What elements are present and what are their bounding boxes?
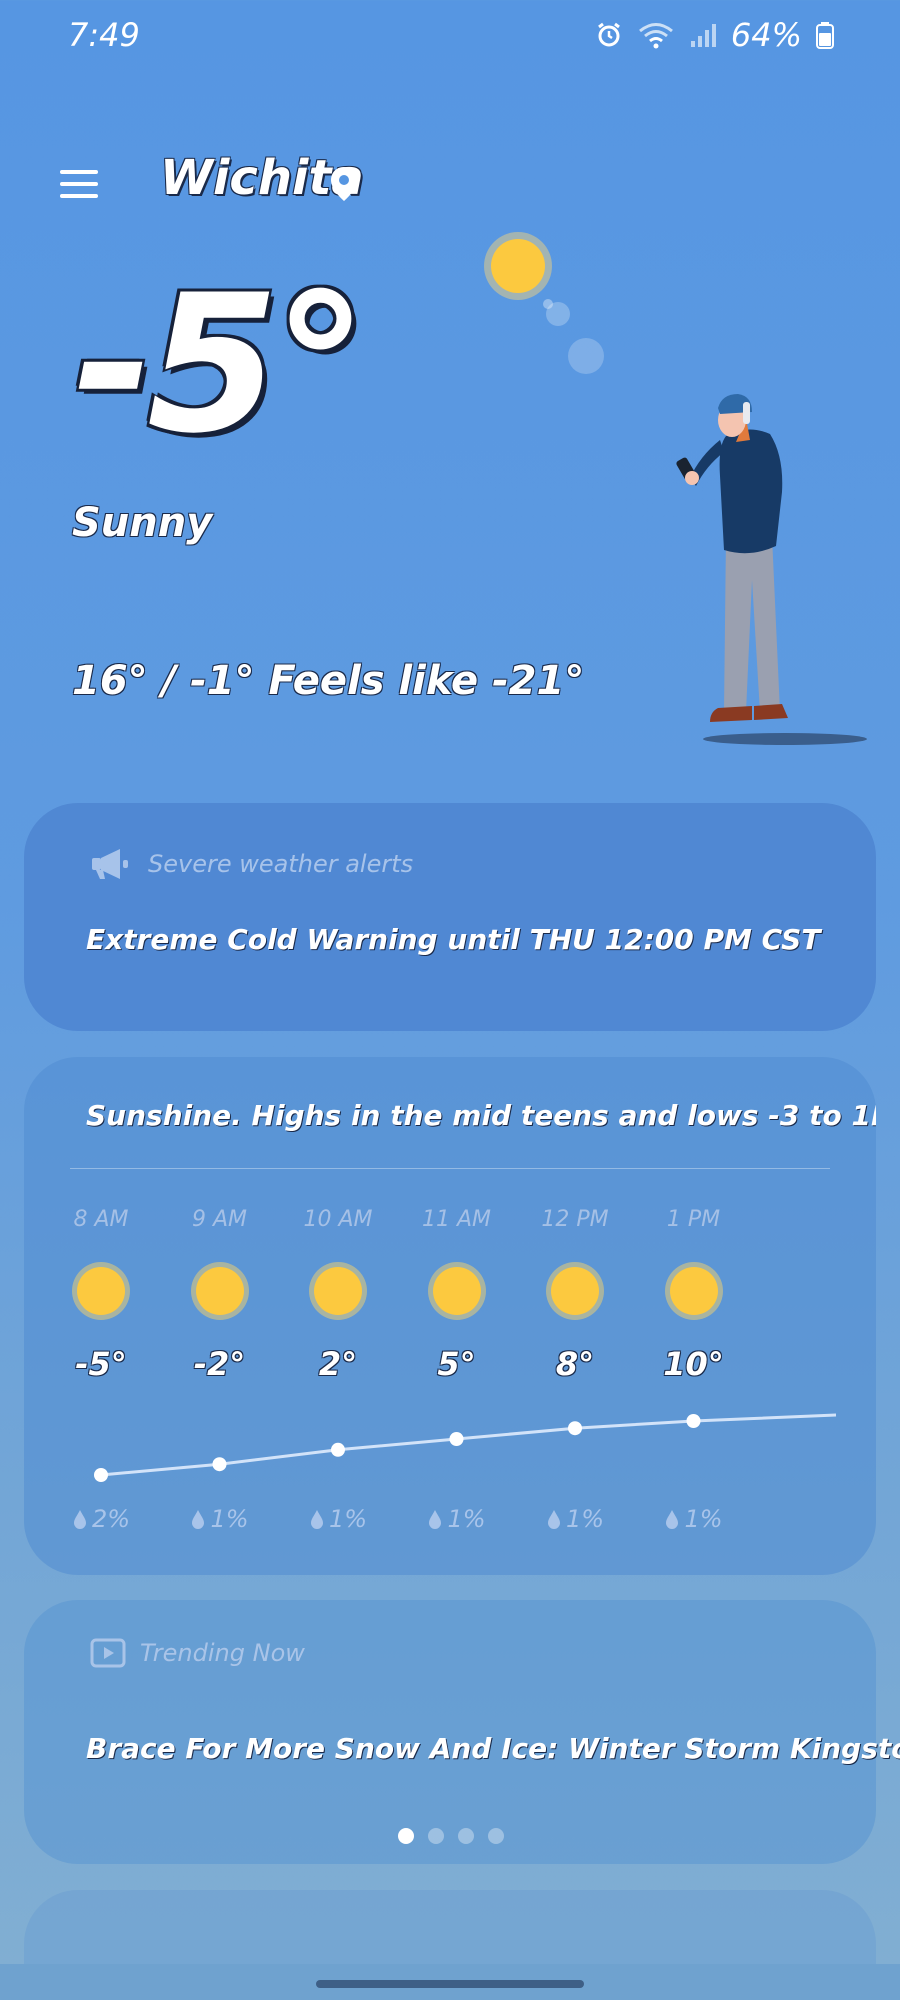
page-dot[interactable] xyxy=(428,1828,444,1844)
precipitation-chance: 1% xyxy=(525,1505,625,1533)
header: Wichita xyxy=(0,150,900,220)
menu-icon xyxy=(60,170,98,174)
hour-label: 12 PM xyxy=(541,1207,609,1232)
alert-header: Severe weather alerts xyxy=(90,847,413,881)
hour-temperature: -2° xyxy=(193,1345,246,1383)
play-video-icon xyxy=(90,1638,126,1668)
battery-percent: 64% xyxy=(730,16,802,54)
hour-column[interactable]: 10 AM 2° xyxy=(288,1207,388,1383)
page-dot[interactable] xyxy=(398,1828,414,1844)
hour-label: 1 PM xyxy=(666,1207,721,1232)
status-time: 7:49 xyxy=(68,16,140,54)
hour-temperature: -5° xyxy=(75,1345,127,1383)
sun-icon xyxy=(77,1267,125,1315)
hour-temperature: 8° xyxy=(555,1345,595,1383)
high-low: 16° / -1° xyxy=(72,658,255,704)
alert-heading: Severe weather alerts xyxy=(148,850,414,878)
trending-now-card[interactable]: Trending Now Brace For More Snow And Ice… xyxy=(24,1600,900,1864)
status-icons: 64% xyxy=(595,16,834,54)
hourly-strip[interactable]: 8 AM -5° 2% 9 AM -2° 1% 10 AM 2° 1% 11 AM 5° 1% 12 P… xyxy=(24,1057,876,1575)
precipitation-chance: 1% xyxy=(288,1505,388,1533)
hour-label: 9 AM xyxy=(191,1207,248,1232)
alarm-icon xyxy=(597,22,620,47)
precipitation-chance: 1% xyxy=(407,1505,507,1533)
sun-icon xyxy=(669,1267,718,1315)
raindrop-icon xyxy=(547,1510,560,1529)
person-figure xyxy=(676,394,788,722)
hour-column[interactable]: 11 AM 5° xyxy=(407,1207,507,1383)
raindrop-icon xyxy=(310,1510,323,1529)
sun-icon xyxy=(551,1267,599,1315)
hour-label: 8 AM xyxy=(73,1207,129,1232)
raindrop-icon xyxy=(429,1510,442,1529)
precipitation-value: 1% xyxy=(447,1505,486,1533)
megaphone-icon xyxy=(92,849,128,879)
precipitation-value: 1% xyxy=(565,1505,605,1533)
hour-temperature: 5° xyxy=(437,1345,476,1383)
severe-weather-alert-card[interactable]: Severe weather alerts Extreme Cold Warni… xyxy=(24,803,876,1031)
home-indicator[interactable] xyxy=(316,1980,584,1988)
status-bar: 7:49 64% xyxy=(0,0,900,76)
trending-heading: Trending Now xyxy=(140,1639,305,1667)
menu-button[interactable] xyxy=(58,160,102,204)
hour-temperature: 10° xyxy=(663,1345,724,1383)
sun-icon xyxy=(314,1267,362,1315)
hour-temperature: 2° xyxy=(318,1345,358,1383)
hour-column[interactable]: 8 AM -5° xyxy=(51,1207,151,1383)
hourly-forecast-card[interactable]: Sunshine. Highs in the mid teens and low… xyxy=(24,1057,876,1575)
alert-text: Extreme Cold Warning until THU 12:00 PM … xyxy=(86,923,821,956)
weather-illustration xyxy=(484,232,867,745)
raindrop-icon xyxy=(192,1510,205,1529)
page-dot[interactable] xyxy=(458,1828,474,1844)
raindrop-icon xyxy=(73,1510,86,1529)
precipitation-chance: 2% xyxy=(51,1505,151,1533)
location-pin-icon[interactable] xyxy=(330,166,358,202)
sun-icon xyxy=(484,232,604,374)
sun-icon xyxy=(432,1267,481,1315)
battery-icon xyxy=(816,22,834,49)
menu-icon-bar xyxy=(60,194,98,198)
current-temperature: -5° xyxy=(74,254,368,475)
hour-label: 10 AM xyxy=(303,1207,373,1232)
precipitation-chance: 1% xyxy=(170,1505,270,1533)
trending-header: Trending Now xyxy=(90,1638,305,1668)
wifi-icon xyxy=(638,23,673,49)
precipitation-value: 1% xyxy=(210,1505,249,1533)
precipitation-value: 2% xyxy=(91,1505,131,1533)
hour-column[interactable]: 9 AM -2° xyxy=(170,1207,270,1383)
signal-icon xyxy=(690,24,716,47)
precipitation-value: 1% xyxy=(684,1505,723,1533)
raindrop-icon xyxy=(666,1510,679,1529)
hour-column[interactable]: 12 PM 8° xyxy=(525,1207,625,1383)
sun-icon xyxy=(195,1267,244,1315)
precipitation-value: 1% xyxy=(328,1505,368,1533)
hour-column[interactable]: 1 PM 10° xyxy=(644,1207,744,1383)
page-dot[interactable] xyxy=(488,1828,504,1844)
current-condition: Sunny xyxy=(72,500,213,546)
menu-icon-bar xyxy=(60,182,98,186)
carousel-pagination[interactable] xyxy=(398,1828,504,1844)
hour-label: 11 AM xyxy=(421,1207,492,1232)
trending-headline[interactable]: Brace For More Snow And Ice: Winter Stor… xyxy=(86,1732,900,1765)
precipitation-chance: 1% xyxy=(644,1505,744,1533)
